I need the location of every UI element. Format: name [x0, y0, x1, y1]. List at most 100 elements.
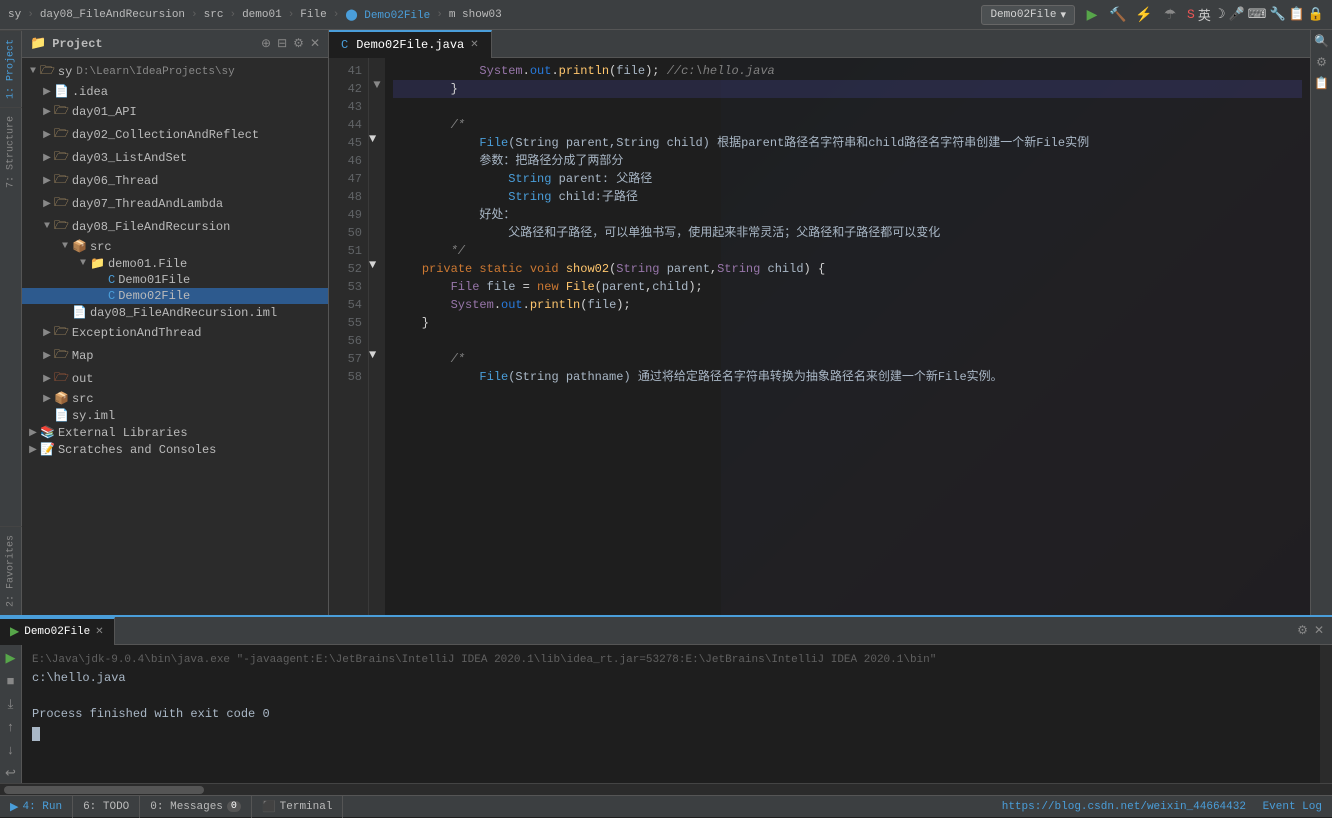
- event-log[interactable]: https://blog.csdn.net/weixin_44664432 Ev…: [992, 801, 1332, 813]
- run-output-finish-text: Process finished with exit code 0: [32, 707, 270, 721]
- map-icon: 🗁: [54, 345, 69, 366]
- right-icon-1[interactable]: 🔍: [1314, 34, 1329, 49]
- run-config-selector[interactable]: Demo02File ▾: [981, 5, 1075, 25]
- tree-ext-libs[interactable]: ▶ 📚 External Libraries: [22, 424, 328, 441]
- bottom-hscroll[interactable]: [0, 783, 1332, 795]
- line-numbers: 41 42 43 44 45 46 47 48 49 50 51 52 53 5…: [329, 58, 369, 615]
- root-arrow: ▼: [26, 66, 40, 77]
- sep5: ›: [333, 9, 340, 21]
- scroll-down-button[interactable]: ↓: [5, 741, 17, 760]
- breadcrumb-file[interactable]: File: [300, 9, 326, 21]
- keyboard-icon[interactable]: ⌨: [1248, 7, 1267, 22]
- day02-arrow: ▶: [40, 129, 54, 141]
- breadcrumb-demo02file[interactable]: ⬤ Demo02File: [345, 8, 430, 22]
- sep6: ›: [436, 9, 443, 21]
- profile-button[interactable]: ⚡: [1133, 4, 1155, 26]
- tools-icon1[interactable]: 🔧: [1269, 7, 1285, 22]
- breadcrumb-show03[interactable]: m show03: [449, 9, 502, 21]
- tree-exception[interactable]: ▶ 🗁 ExceptionAndThread: [22, 321, 328, 344]
- right-icon-2[interactable]: ⚙: [1316, 55, 1327, 70]
- tree-day06[interactable]: ▶ 🗁 day06_Thread: [22, 169, 328, 192]
- day07-label: day07_ThreadAndLambda: [72, 197, 223, 211]
- tree-idea[interactable]: ▶ 📄 .idea: [22, 83, 328, 100]
- csdn-url: https://blog.csdn.net/weixin_44664432: [1002, 801, 1246, 813]
- top-bar: sy › day08_FileAndRecursion › src › demo…: [0, 0, 1332, 30]
- status-tab-run[interactable]: ▶ 4: Run: [0, 796, 73, 818]
- code-line-44: /*: [393, 116, 1302, 134]
- tree-map[interactable]: ▶ 🗁 Map: [22, 344, 328, 367]
- status-tab-terminal-label: Terminal: [280, 801, 333, 813]
- run-scrollbar[interactable]: [1320, 645, 1332, 783]
- scroll-up-button[interactable]: ↑: [5, 718, 17, 737]
- tree-demo01pkg[interactable]: ▼ 📁 demo01.File: [22, 255, 328, 272]
- right-icon-3[interactable]: 📋: [1314, 76, 1329, 91]
- breadcrumb-demo01[interactable]: demo01: [242, 9, 282, 21]
- breadcrumb-day08[interactable]: day08_FileAndRecursion: [40, 9, 185, 21]
- settings-icon[interactable]: ⚙: [293, 36, 304, 51]
- day01-icon: 🗁: [54, 101, 69, 122]
- status-tab-terminal[interactable]: ⬛ Terminal: [252, 796, 344, 818]
- demo02file-icon: C: [108, 289, 115, 303]
- run-settings-icon[interactable]: ⚙: [1297, 623, 1308, 638]
- breadcrumb-src[interactable]: src: [204, 9, 224, 21]
- tree-src2[interactable]: ▶ 📦 src: [22, 390, 328, 407]
- sogou-icon[interactable]: S: [1187, 7, 1195, 22]
- close-panel-icon[interactable]: ✕: [310, 36, 320, 51]
- code-line-45: File(String parent,String child) 根据paren…: [393, 134, 1302, 152]
- tree-day07[interactable]: ▶ 🗁 day07_ThreadAndLambda: [22, 192, 328, 215]
- lang-en[interactable]: 英: [1198, 5, 1211, 24]
- editor-area: C Demo02File.java ✕ 41 42 43 44 45 46 47…: [329, 30, 1310, 615]
- tree-syiml[interactable]: ▶ 📄 sy.iml: [22, 407, 328, 424]
- tree-root[interactable]: ▼ 🗁 sy D:\Learn\IdeaProjects\sy: [22, 60, 328, 83]
- map-label: Map: [72, 349, 94, 363]
- tab-structure[interactable]: 7: Structure: [0, 107, 22, 196]
- scroll-end-button[interactable]: ⤓: [6, 695, 16, 714]
- run-close-icon[interactable]: ✕: [1314, 623, 1324, 638]
- status-tab-todo[interactable]: 6: TODO: [73, 796, 140, 818]
- breadcrumb-sy[interactable]: sy: [8, 9, 21, 21]
- tree-day02[interactable]: ▶ 🗁 day02_CollectionAndReflect: [22, 123, 328, 146]
- run-output[interactable]: E:\Java\jdk-9.0.4\bin\java.exe "-javaage…: [22, 645, 1320, 783]
- tree-day01[interactable]: ▶ 🗁 day01_API: [22, 100, 328, 123]
- tree-scratches[interactable]: ▶ 📝 Scratches and Consoles: [22, 441, 328, 458]
- tree-day08iml[interactable]: ▶ 📄 day08_FileAndRecursion.iml: [22, 304, 328, 321]
- wrap-button[interactable]: ↩: [3, 764, 18, 783]
- root-path: D:\Learn\IdeaProjects\sy: [76, 66, 234, 78]
- run-cmd-line: E:\Java\jdk-9.0.4\bin\java.exe "-javaage…: [32, 651, 1310, 669]
- code-content[interactable]: System.out.println(file); //c:\hello.jav…: [385, 58, 1310, 615]
- editor-tab-demo02file[interactable]: C Demo02File.java ✕: [329, 30, 492, 58]
- src2-arrow: ▶: [40, 393, 54, 405]
- run-tabs: ▶ Demo02File ✕ ⚙ ✕: [0, 617, 1332, 645]
- build-button[interactable]: 🔨: [1107, 4, 1129, 26]
- bottom-hscroll-thumb[interactable]: [4, 786, 204, 794]
- scratches-arrow: ▶: [26, 444, 40, 456]
- day01-label: day01_API: [72, 105, 137, 119]
- coverage-button[interactable]: ☂: [1159, 4, 1181, 26]
- tools-icon2[interactable]: 📋: [1289, 7, 1305, 22]
- status-tab-messages[interactable]: 0: Messages 0: [140, 796, 252, 818]
- root-label: sy: [58, 65, 72, 79]
- tab-favorites[interactable]: 2: Favorites: [0, 526, 22, 615]
- run-tab-demo02file[interactable]: ▶ Demo02File ✕: [0, 617, 115, 645]
- left-vertical-tabs: 1: Project 7: Structure 2: Favorites: [0, 30, 22, 615]
- tree-out[interactable]: ▶ 🗁 out: [22, 367, 328, 390]
- tab-project[interactable]: 1: Project: [0, 30, 22, 107]
- rerun-button[interactable]: ▶: [4, 649, 18, 668]
- messages-badge: 0: [227, 801, 241, 812]
- add-icon[interactable]: ⊕: [261, 36, 271, 51]
- tree-demo02file[interactable]: ▶ C Demo02File: [22, 288, 328, 304]
- tree-demo01file[interactable]: ▶ C Demo01File: [22, 272, 328, 288]
- tools-icon3[interactable]: 🔒: [1308, 7, 1324, 22]
- tree-src[interactable]: ▼ 📦 src: [22, 238, 328, 255]
- collapse-icon[interactable]: ⊟: [277, 36, 287, 51]
- editor-tab-close[interactable]: ✕: [470, 39, 478, 51]
- code-line-48: String child:子路径: [393, 188, 1302, 206]
- out-label: out: [72, 372, 94, 386]
- tree-day03[interactable]: ▶ 🗁 day03_ListAndSet: [22, 146, 328, 169]
- mic-icon[interactable]: 🎤: [1228, 7, 1244, 22]
- moon-icon[interactable]: ☽: [1214, 7, 1226, 22]
- run-button[interactable]: ▶: [1081, 4, 1103, 26]
- demo01pkg-arrow: ▼: [76, 258, 90, 269]
- tree-day08[interactable]: ▼ 🗁 day08_FileAndRecursion: [22, 215, 328, 238]
- run-tab-close[interactable]: ✕: [95, 626, 103, 638]
